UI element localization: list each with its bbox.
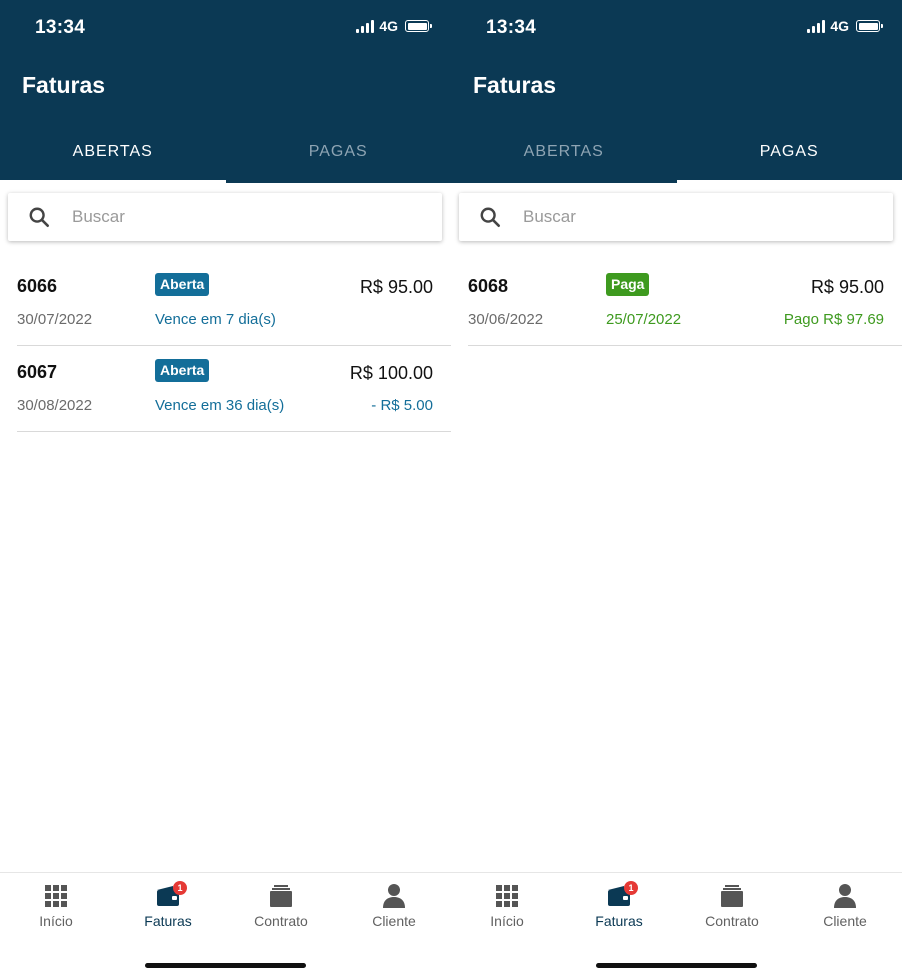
invoice-amount: R$ 100.00 bbox=[349, 363, 433, 383]
signal-icon bbox=[356, 19, 375, 33]
search-bar bbox=[8, 193, 442, 241]
tab-bar: ABERTAS PAGAS bbox=[0, 120, 451, 183]
nav-label: Início bbox=[39, 913, 73, 929]
nav-contrato[interactable]: Contrato bbox=[676, 883, 788, 933]
invoice-list: 6066 30/07/2022 Aberta Vence em 7 dia(s)… bbox=[17, 260, 451, 432]
battery-icon bbox=[405, 20, 432, 32]
home-indicator bbox=[596, 963, 757, 968]
status-time: 13:34 bbox=[486, 17, 537, 38]
status-indicators: 4G bbox=[807, 18, 883, 34]
invoice-amount: R$ 95.00 bbox=[810, 277, 884, 297]
page-title: Faturas bbox=[473, 72, 557, 98]
bottom-nav: Início 1 Faturas Contrato Cliente bbox=[0, 872, 451, 977]
tab-pagas[interactable]: PAGAS bbox=[226, 120, 452, 183]
invoice-row[interactable]: 6067 30/08/2022 Aberta Vence em 36 dia(s… bbox=[17, 346, 451, 432]
search-icon bbox=[29, 207, 49, 227]
nav-label: Cliente bbox=[372, 913, 416, 929]
due-info: Vence em 36 dia(s) bbox=[155, 397, 285, 414]
nav-cliente[interactable]: Cliente bbox=[338, 883, 450, 933]
paid-amount: Pago R$ 97.69 bbox=[783, 311, 884, 328]
grid-icon bbox=[45, 885, 67, 907]
nav-faturas[interactable]: 1 Faturas bbox=[563, 881, 675, 933]
app-header: 13:34 4G Faturas ABERTAS PAGAS bbox=[451, 0, 902, 183]
search-icon bbox=[480, 207, 500, 227]
screen-paid-invoices: 13:34 4G Faturas ABERTAS PAGAS 6068 30/0… bbox=[451, 0, 902, 977]
invoice-date: 30/07/2022 bbox=[17, 311, 93, 328]
nav-faturas[interactable]: 1 Faturas bbox=[112, 881, 224, 933]
signal-icon bbox=[807, 19, 826, 33]
invoice-amount: R$ 95.00 bbox=[359, 277, 433, 297]
person-icon bbox=[383, 884, 405, 908]
discount-amount: - R$ 5.00 bbox=[371, 397, 433, 414]
invoice-list: 6068 30/06/2022 Paga 25/07/2022 R$ 95.00… bbox=[468, 260, 902, 346]
inbox-stack-icon bbox=[721, 885, 743, 907]
battery-icon bbox=[856, 20, 883, 32]
search-bar bbox=[459, 193, 893, 241]
nav-label: Início bbox=[490, 913, 524, 929]
invoice-number: 6066 bbox=[17, 276, 58, 296]
tab-bar: ABERTAS PAGAS bbox=[451, 120, 902, 183]
invoice-date: 30/08/2022 bbox=[17, 397, 93, 414]
invoice-number: 6068 bbox=[468, 276, 509, 296]
invoice-row[interactable]: 6068 30/06/2022 Paga 25/07/2022 R$ 95.00… bbox=[468, 260, 902, 346]
invoice-row[interactable]: 6066 30/07/2022 Aberta Vence em 7 dia(s)… bbox=[17, 260, 451, 346]
status-badge: Aberta bbox=[155, 273, 210, 296]
person-icon bbox=[834, 884, 856, 908]
wallet-icon: 1 bbox=[606, 881, 638, 909]
nav-label: Contrato bbox=[705, 913, 759, 929]
nav-label: Faturas bbox=[595, 913, 643, 929]
tab-pagas[interactable]: PAGAS bbox=[676, 120, 902, 183]
status-badge: Paga bbox=[606, 273, 650, 296]
screen-open-invoices: 13:34 4G Faturas ABERTAS PAGAS 6066 30/0… bbox=[0, 0, 451, 977]
status-time: 13:34 bbox=[35, 17, 86, 38]
invoice-number: 6067 bbox=[17, 362, 58, 382]
notification-badge: 1 bbox=[624, 881, 638, 895]
status-badge: Aberta bbox=[155, 359, 210, 382]
search-input[interactable] bbox=[523, 193, 873, 241]
nav-cliente[interactable]: Cliente bbox=[789, 883, 901, 933]
nav-label: Faturas bbox=[144, 913, 192, 929]
inbox-stack-icon bbox=[270, 885, 292, 907]
notification-badge: 1 bbox=[173, 881, 187, 895]
paid-date: 25/07/2022 bbox=[606, 311, 682, 328]
due-info: Vence em 7 dia(s) bbox=[155, 311, 276, 328]
nav-contrato[interactable]: Contrato bbox=[225, 883, 337, 933]
nav-label: Contrato bbox=[254, 913, 308, 929]
search-input[interactable] bbox=[72, 193, 422, 241]
network-type: 4G bbox=[830, 18, 849, 34]
tab-abertas[interactable]: ABERTAS bbox=[0, 120, 226, 183]
status-indicators: 4G bbox=[356, 18, 432, 34]
tab-abertas[interactable]: ABERTAS bbox=[451, 120, 677, 183]
invoice-date: 30/06/2022 bbox=[468, 311, 544, 328]
nav-inicio[interactable]: Início bbox=[451, 883, 563, 933]
wallet-icon: 1 bbox=[155, 881, 187, 909]
network-type: 4G bbox=[379, 18, 398, 34]
grid-icon bbox=[496, 885, 518, 907]
bottom-nav: Início 1 Faturas Contrato Cliente bbox=[451, 872, 902, 977]
app-header: 13:34 4G Faturas ABERTAS PAGAS bbox=[0, 0, 451, 183]
page-title: Faturas bbox=[22, 72, 106, 98]
home-indicator bbox=[145, 963, 306, 968]
nav-inicio[interactable]: Início bbox=[0, 883, 112, 933]
nav-label: Cliente bbox=[823, 913, 867, 929]
